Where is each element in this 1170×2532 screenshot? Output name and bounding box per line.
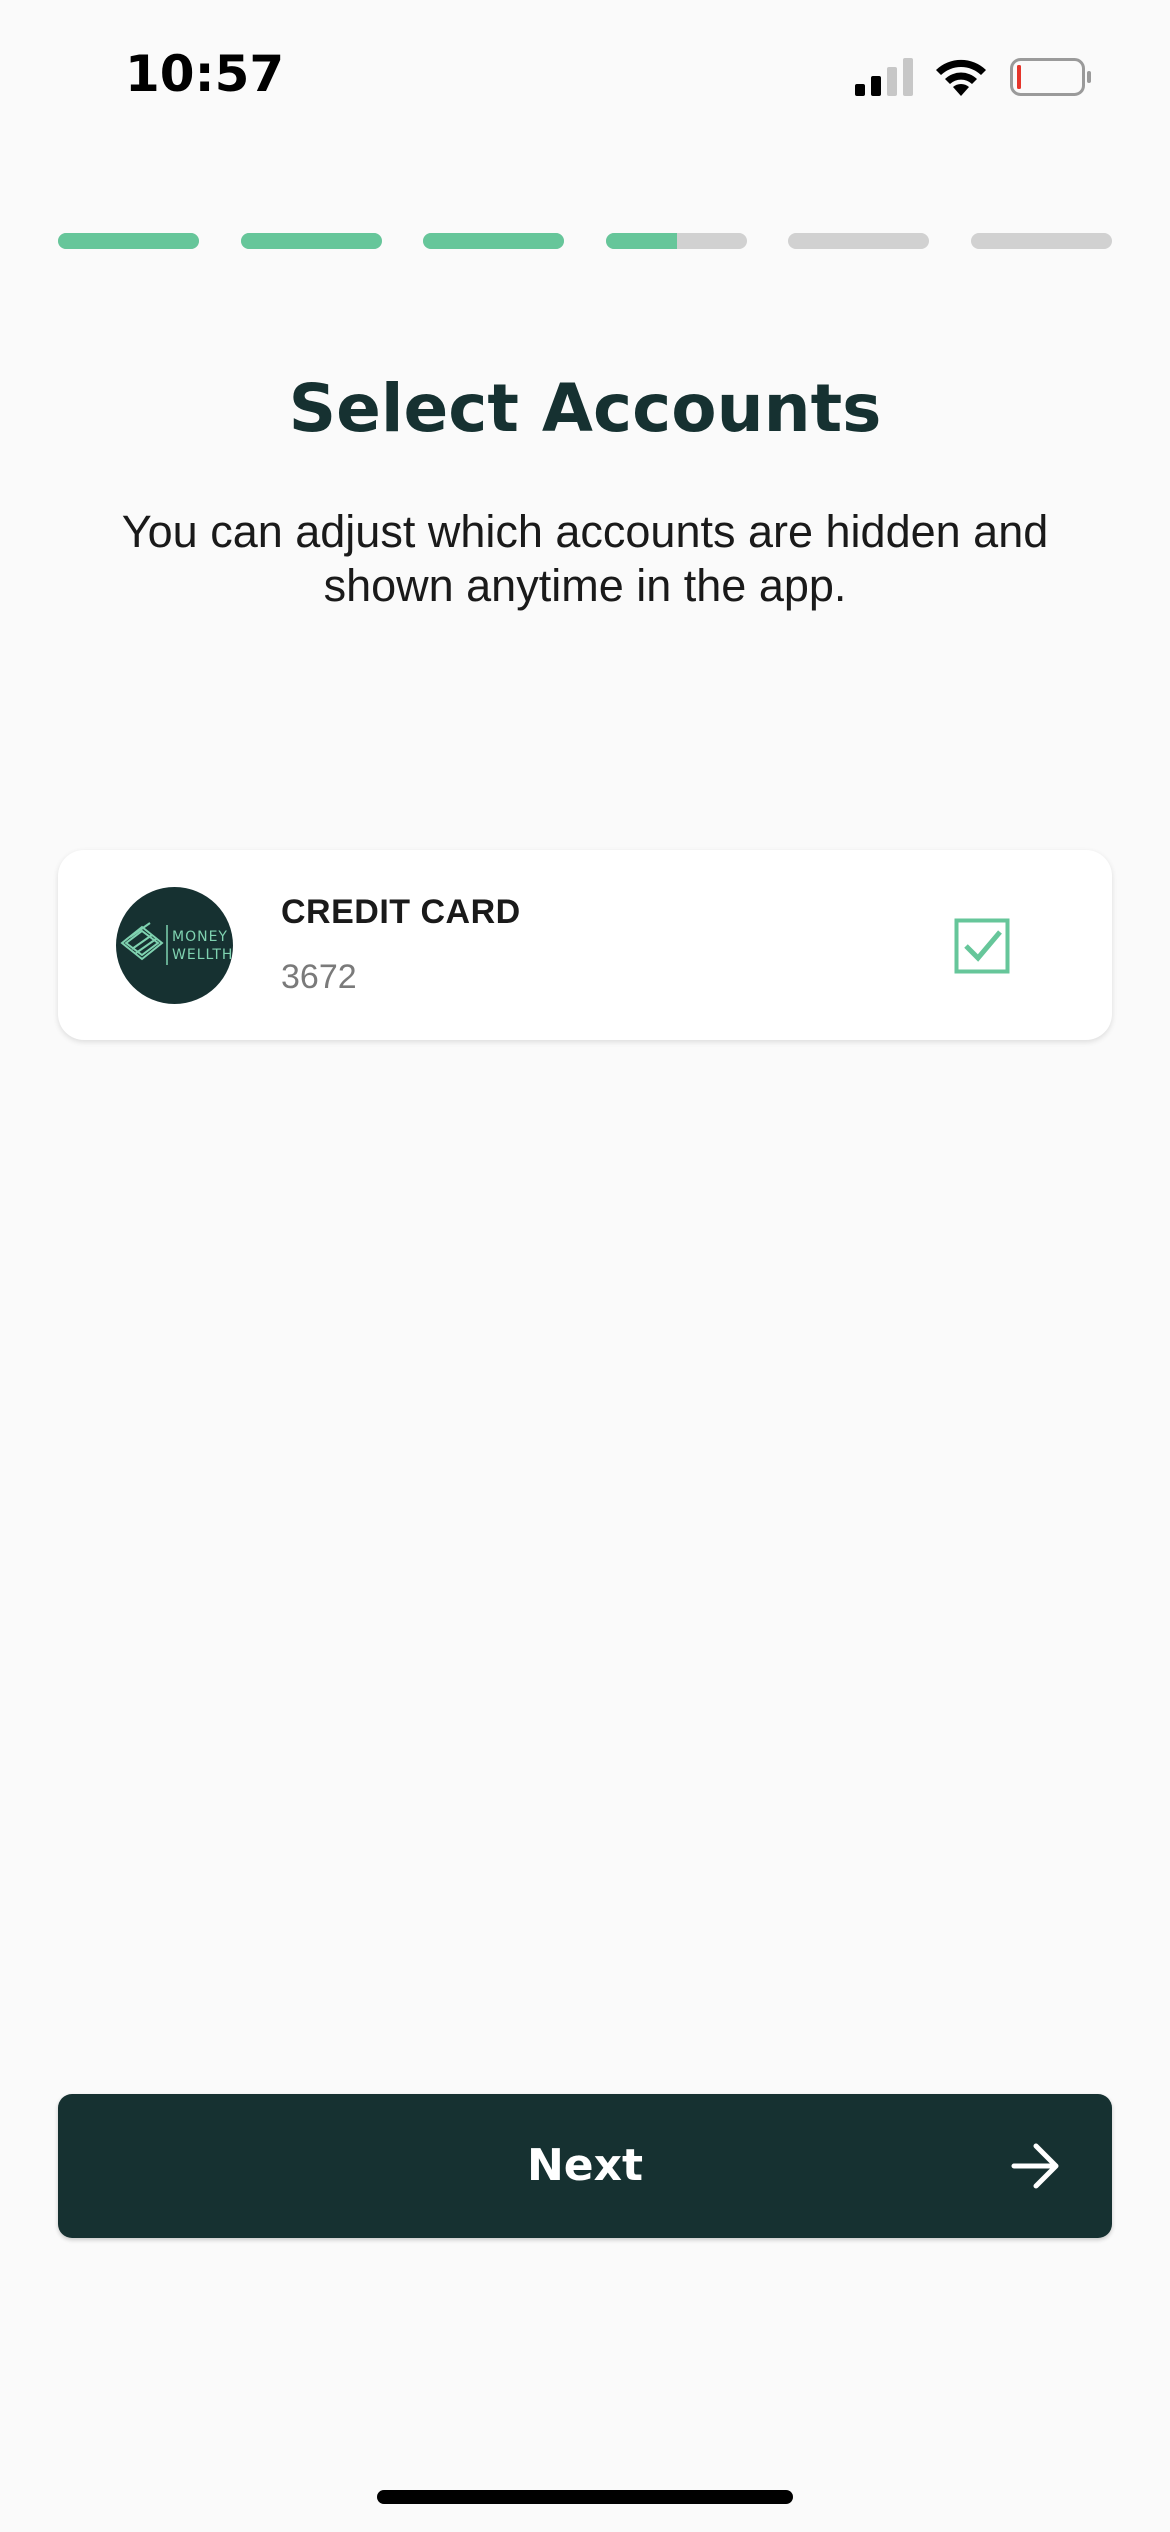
progress-step-6: [971, 233, 1112, 249]
select-accounts-screen: 10:57 Select Accounts You can adjust whi…: [0, 0, 1170, 2532]
page-title: Select Accounts: [288, 370, 882, 447]
progress-step-5: [788, 233, 929, 249]
status-time: 10:57: [125, 45, 285, 103]
status-bar: 10:57: [0, 0, 1170, 150]
cellular-signal-icon: [855, 58, 913, 96]
page-subtitle: You can adjust which accounts are hidden…: [121, 506, 1049, 611]
account-name: CREDIT CARD: [281, 893, 521, 931]
progress-step-fill: [241, 233, 382, 249]
progress-step-fill: [58, 233, 199, 249]
progress-step-1: [58, 233, 199, 249]
account-checkbox[interactable]: [954, 918, 1010, 974]
wifi-icon: [936, 59, 986, 96]
battery-low-icon: [1010, 58, 1091, 96]
arrow-right-icon: [1011, 2143, 1059, 2189]
progress-step-fill: [423, 233, 564, 249]
next-button[interactable]: Next: [58, 2094, 1112, 2238]
logo-text-line2: WELLTH: [172, 947, 233, 963]
logo-text-line1: MONEY: [172, 929, 228, 945]
progress-step-4: [606, 233, 747, 249]
home-indicator[interactable]: [377, 2490, 793, 2504]
next-button-label: Next: [526, 2140, 644, 2191]
account-card-credit-card[interactable]: MONEY WELLTH CREDIT CARD 3672: [58, 850, 1112, 1040]
account-number: 3672: [281, 958, 357, 996]
progress-step-3: [423, 233, 564, 249]
money-wellth-logo: MONEY WELLTH: [116, 887, 233, 1004]
onboarding-progress: [58, 233, 1112, 249]
progress-step-fill: [606, 233, 677, 249]
progress-step-2: [241, 233, 382, 249]
